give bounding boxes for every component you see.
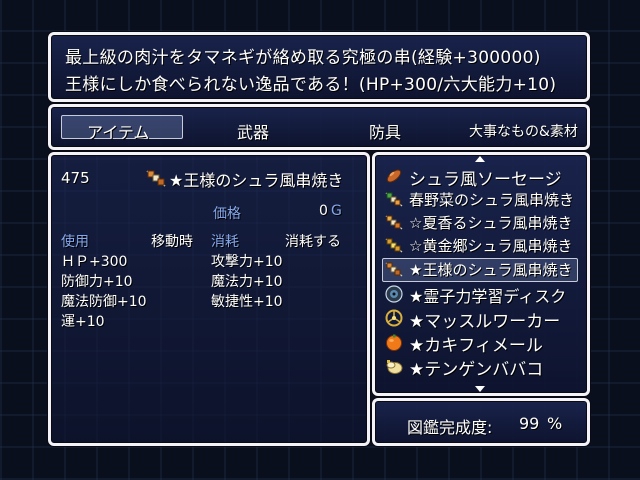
skewer-icon — [385, 215, 403, 230]
effect-attack: 攻撃力+10 — [211, 254, 283, 270]
effect-magic: 魔法力+10 — [211, 274, 283, 290]
effect-luck: 運+10 — [61, 314, 105, 330]
completion-label: 図鑑完成度: — [407, 418, 493, 437]
list-item-selected[interactable]: ★王様のシュラ風串焼き — [383, 258, 583, 280]
list-item[interactable]: 春野菜のシュラ風串焼き — [383, 188, 583, 210]
item-label: ★王様のシュラ風串焼き — [409, 261, 573, 279]
effect-agility: 敏捷性+10 — [211, 294, 283, 310]
item-label: ★霊子力学習ディスク — [409, 287, 567, 306]
list-item[interactable]: シュラ風ソーセージ — [383, 165, 583, 190]
item-count: 475 — [61, 169, 90, 187]
tab-weapons[interactable]: 武器 — [237, 119, 269, 143]
tab-key-items[interactable]: 大事なもの&素材 — [469, 121, 578, 141]
category-window: アイテム 武器 防具 大事なもの&素材 — [48, 104, 590, 150]
sausage-icon — [386, 169, 402, 183]
help-window: 最上級の肉汁をタマネギが絡め取る究極の串(経験+300000) 王様にしか食べら… — [48, 32, 590, 102]
list-item[interactable]: ★カキフィメール — [383, 331, 583, 356]
effect-magic-defense: 魔法防御+10 — [61, 294, 147, 310]
orange-fruit-icon — [386, 334, 402, 351]
item-label: シュラ風ソーセージ — [409, 170, 562, 190]
currency-unit: G — [331, 203, 342, 219]
help-text-line-1: 最上級の肉汁をタマネギが絡め取る究極の串(経験+300000) — [65, 48, 541, 68]
item-name: ★王様のシュラ風串焼き — [169, 171, 344, 190]
list-item[interactable]: ★マッスルワーカー — [383, 307, 583, 332]
effect-hp: ＨＰ+300 — [61, 254, 128, 270]
list-item[interactable]: ☆黄金郷シュラ風串焼き — [383, 234, 583, 256]
price-value: 0 — [319, 203, 328, 219]
price-label: 価格 — [213, 206, 241, 222]
item-label: ☆夏香るシュラ風串焼き — [409, 214, 573, 232]
use-label: 使用 — [61, 234, 89, 250]
list-item[interactable]: ☆夏香るシュラ風串焼き — [383, 211, 583, 233]
item-label: ★カキフィメール — [409, 336, 543, 356]
tab-armor[interactable]: 防具 — [369, 119, 401, 143]
item-list-window: シュラ風ソーセージ 春野菜のシュラ風串焼き ☆夏香るシュラ風串焼き ☆黄金郷シュ… — [372, 152, 590, 396]
scroll-up-arrow-icon[interactable] — [475, 156, 485, 162]
completion-unit: % — [547, 414, 563, 433]
item-label: ★テンゲンババコ — [409, 360, 544, 380]
item-label: ★マッスルワーカー — [409, 312, 561, 332]
completion-window: 図鑑完成度: 99 % — [372, 398, 590, 446]
item-detail-window: 475 ★王様のシュラ風串焼き 価格 0 G 使用 移動時 消耗 消耗する ＨＰ… — [48, 152, 370, 446]
use-value: 移動時 — [151, 234, 193, 250]
wheel-icon — [385, 309, 403, 327]
item-label: ☆黄金郷シュラ風串焼き — [409, 237, 573, 255]
consume-label: 消耗 — [211, 234, 239, 250]
tab-items[interactable]: アイテム — [87, 119, 149, 143]
scroll-down-arrow-icon[interactable] — [475, 386, 485, 392]
consume-value: 消耗する — [285, 234, 341, 250]
effect-defense: 防御力+10 — [61, 274, 133, 290]
skewer-icon — [385, 238, 403, 253]
list-item[interactable]: ★霊子力学習ディスク — [383, 283, 583, 306]
skewer-icon — [385, 262, 403, 277]
bundle-icon — [386, 360, 403, 374]
help-text-line-2: 王様にしか食べられない逸品である！(HP+300/六大能力+10) — [65, 75, 557, 95]
skewer-icon — [385, 192, 403, 207]
list-item[interactable]: ★テンゲンババコ — [383, 355, 583, 380]
item-label: 春野菜のシュラ風串焼き — [409, 191, 575, 209]
disc-icon — [385, 285, 403, 303]
completion-value: 99 — [519, 414, 540, 433]
skewer-icon — [146, 170, 166, 187]
